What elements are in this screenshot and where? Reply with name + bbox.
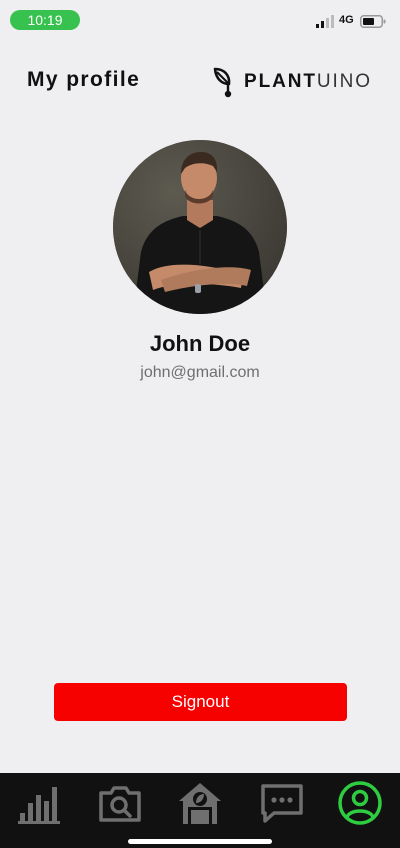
signout-button[interactable]: Signout [54, 683, 347, 721]
nav-chat[interactable] [258, 779, 306, 827]
user-email: john@gmail.com [140, 364, 260, 381]
nav-greenhouse[interactable] [176, 779, 224, 827]
greenhouse-icon [179, 783, 221, 824]
leaf-logo-icon [213, 67, 232, 98]
user-name: John Doe [149, 331, 251, 356]
profile-photo [113, 140, 287, 314]
status-time: 10:19 [10, 10, 80, 30]
home-indicator[interactable] [128, 839, 272, 844]
network-type: 4G [339, 14, 354, 26]
page-title: My profile [27, 68, 141, 91]
nav-stats[interactable] [16, 779, 64, 827]
brand-name-bold: PLANT [244, 71, 317, 92]
brand-name: PLANTUINO [244, 71, 372, 93]
chat-icon [261, 784, 303, 823]
user-profile-icon [338, 781, 382, 825]
status-bar: 10:19 4G [0, 0, 400, 40]
avatar [113, 140, 287, 314]
camera-search-icon [99, 786, 141, 822]
nav-scan[interactable] [96, 779, 144, 827]
brand-name-light: UINO [316, 71, 372, 92]
bottom-nav [0, 773, 400, 848]
signal-strength-icon [316, 15, 334, 28]
bar-chart-icon [18, 787, 60, 824]
nav-profile[interactable] [336, 779, 384, 827]
battery-icon [360, 15, 386, 28]
